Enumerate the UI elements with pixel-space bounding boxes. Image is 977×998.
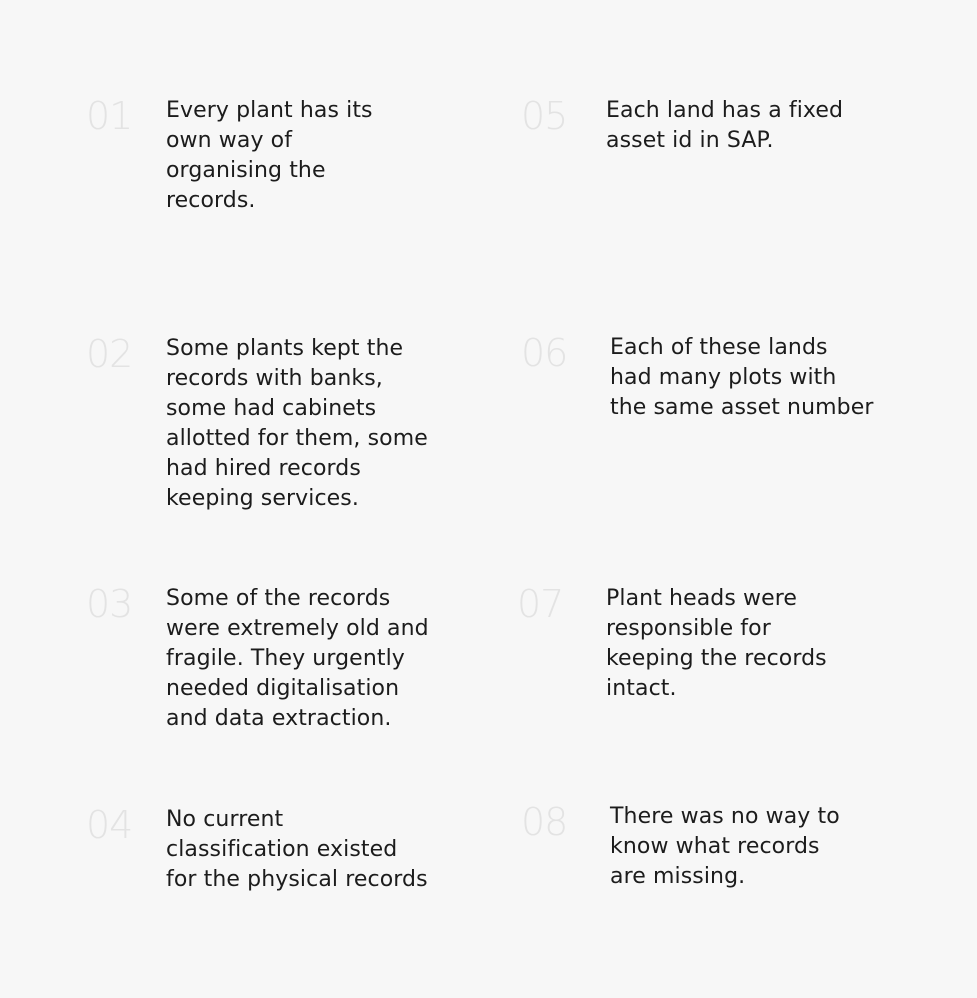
item-06: 06 Each of these lands had many plots wi… [521,331,961,433]
item-number: 08 [521,800,568,844]
item-number: 04 [86,803,133,847]
item-05: 05 Each land has a fixed asset id in SAP… [521,94,961,166]
item-number: 01 [86,94,133,138]
item-02: 02 Some plants kept the records with ban… [86,332,486,524]
item-07: 07 Plant heads were responsible for keep… [517,582,957,714]
item-number: 03 [86,582,133,626]
item-text: Each of these lands had many plots with … [610,335,874,420]
item-text: Plant heads were responsible for keeping… [606,586,827,701]
item-text: Some of the records were extremely old a… [166,586,429,731]
item-text: No current classification existed for th… [166,807,428,892]
item-number: 02 [86,332,133,376]
item-text: Every plant has its own way of organisin… [166,98,373,213]
item-text: Each land has a fixed asset id in SAP. [606,98,844,153]
item-03: 03 Some of the records were extremely ol… [86,582,486,744]
item-number: 05 [521,94,568,138]
item-01: 01 Every plant has its own way of organi… [86,94,486,226]
item-text: There was no way to know what records ar… [610,804,840,889]
item-number: 06 [521,331,568,375]
item-04: 04 No current classification existed for… [86,803,486,905]
item-text: Some plants kept the records with banks,… [166,336,428,511]
item-08: 08 There was no way to know what records… [521,800,961,902]
item-number: 07 [517,582,564,626]
